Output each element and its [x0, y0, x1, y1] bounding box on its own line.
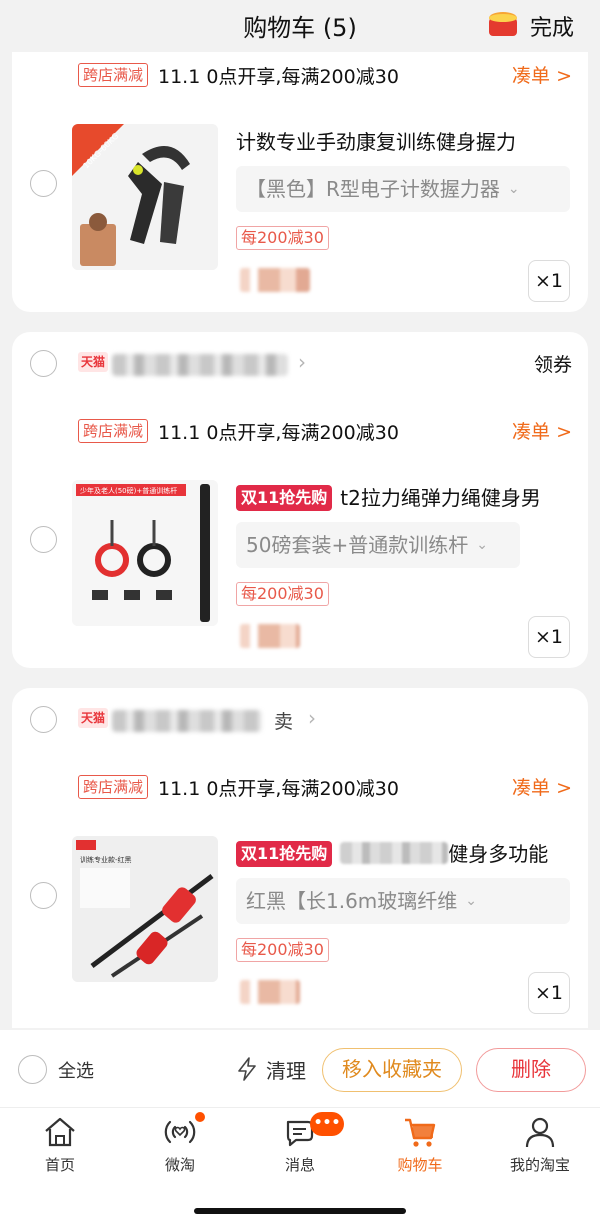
- shop-name-blurred: [112, 710, 262, 732]
- chevron-right-icon: ›: [298, 350, 306, 374]
- promo-tag: 跨店满减: [78, 419, 149, 443]
- cart-icon: [405, 1118, 436, 1147]
- chevron-down-icon: ⌄: [507, 181, 520, 197]
- promo-row: 跨店满减 11.1 0点开享,每满200减30 凑单 >: [78, 416, 572, 446]
- product-title[interactable]: 计数专业手劲康复训练健身握力: [236, 126, 516, 155]
- shop-name-tail: 卖: [274, 711, 294, 733]
- tab-home[interactable]: 首页: [0, 1108, 120, 1188]
- message-badge: •••: [310, 1112, 344, 1136]
- tmall-badge: 天猫: [78, 352, 108, 372]
- tab-messages[interactable]: ••• 消息: [240, 1108, 360, 1188]
- tab-weitao[interactable]: 微淘: [120, 1108, 240, 1188]
- training-bar-image: 训练专业款-红黑: [72, 836, 218, 982]
- price-blurred: [240, 980, 300, 1004]
- add-items-link[interactable]: 凑单 >: [512, 773, 572, 800]
- tmall-badge: 天猫: [78, 708, 108, 728]
- shop-card: 天猫 › 领券 跨店满减 11.1 0点开享,每满200减30 凑单 > 少年及…: [12, 332, 588, 668]
- tab-label: 消息: [284, 1156, 315, 1174]
- resistance-band-image: 少年及老人(50磅)+普通训练杆: [72, 480, 218, 626]
- delete-button[interactable]: 删除: [476, 1048, 586, 1092]
- item-checkbox[interactable]: [30, 882, 57, 909]
- product-image[interactable]: 10KG-60KG: [72, 124, 218, 270]
- discount-badge: 每200减30: [236, 226, 329, 250]
- quantity-stepper[interactable]: ×1: [528, 972, 570, 1014]
- select-all-label[interactable]: 全选: [58, 1057, 94, 1083]
- price-blurred: [240, 268, 310, 292]
- tab-cart[interactable]: 购物车: [360, 1108, 480, 1188]
- sku-selector[interactable]: 红黑【长1.6m玻璃纤维 ⌄: [236, 878, 570, 924]
- cart-action-bar: 全选 清理 移入收藏夹 删除: [0, 1030, 600, 1108]
- promo-row: 跨店满减 11.1 0点开享,每满200减30 凑单 >: [78, 772, 572, 802]
- product-title[interactable]: 双11抢先购 t2拉力绳弹力绳健身男: [236, 482, 541, 511]
- item-checkbox[interactable]: [30, 526, 57, 553]
- promo-row: 跨店满减 11.1 0点开享,每满200减30 凑单 >: [78, 60, 572, 90]
- product-title-text: 健身多功能: [448, 842, 549, 866]
- chevron-down-icon: ⌄: [465, 893, 478, 909]
- move-to-favorites-button[interactable]: 移入收藏夹: [322, 1048, 462, 1092]
- promo-tag: 跨店满减: [78, 63, 149, 87]
- tab-label: 我的淘宝: [509, 1156, 570, 1174]
- tab-my-taobao[interactable]: 我的淘宝: [480, 1108, 600, 1188]
- done-button[interactable]: 完成: [530, 10, 574, 42]
- sku-selector[interactable]: 50磅套装+普通款训练杆 ⌄: [236, 522, 520, 568]
- hand-gripper-image: 10KG-60KG: [72, 124, 218, 270]
- discount-badge: 每200减30: [236, 582, 329, 606]
- add-items-link[interactable]: 凑单 >: [512, 61, 572, 88]
- double11-flag: 双11抢先购: [236, 485, 333, 511]
- chevron-right-icon: ›: [308, 706, 316, 730]
- item-checkbox[interactable]: [30, 170, 57, 197]
- select-all-checkbox[interactable]: [18, 1055, 47, 1084]
- header: 购物车 (5) 完成: [0, 0, 600, 52]
- shop-name-blurred: [112, 354, 288, 376]
- live-icon: [164, 1120, 196, 1144]
- promo-tag: 跨店满减: [78, 775, 149, 799]
- home-icon: [45, 1117, 75, 1147]
- promo-text: 11.1 0点开享,每满200减30: [158, 778, 399, 800]
- product-image[interactable]: 少年及老人(50磅)+普通训练杆: [72, 480, 218, 626]
- discount-badge: 每200减30: [236, 938, 329, 962]
- shop-header[interactable]: 天猫 卖 ›: [12, 700, 588, 740]
- quantity-stepper[interactable]: ×1: [528, 260, 570, 302]
- profile-icon: [525, 1117, 555, 1148]
- tab-label: 微淘: [164, 1156, 195, 1174]
- lightning-icon[interactable]: [236, 1057, 258, 1081]
- product-title[interactable]: 双11抢先购 健身多功能: [236, 838, 548, 867]
- title-blurred: [340, 842, 449, 864]
- promo-text: 11.1 0点开享,每满200减30: [158, 422, 399, 444]
- double11-flag: 双11抢先购: [236, 841, 333, 867]
- thumb-label: 训练专业款-红黑: [80, 855, 132, 864]
- shop-card: 天猫 卖 › 跨店满减 11.1 0点开享,每满200减30 凑单 > 训练专业…: [12, 688, 588, 1028]
- sku-text: 红黑【长1.6m玻璃纤维: [246, 889, 458, 913]
- quantity-stepper[interactable]: ×1: [528, 616, 570, 658]
- shop-checkbox[interactable]: [30, 706, 57, 733]
- coupon-button[interactable]: 领券: [534, 350, 572, 377]
- sku-text: 【黑色】R型电子计数握力器: [246, 177, 500, 201]
- chevron-down-icon: ⌄: [476, 537, 488, 553]
- product-image[interactable]: 训练专业款-红黑: [72, 836, 218, 982]
- shop-card: 跨店满减 11.1 0点开享,每满200减30 凑单 > 10KG-60KG 计…: [12, 30, 588, 312]
- home-indicator[interactable]: [194, 1208, 406, 1214]
- price-blurred: [240, 624, 300, 648]
- sku-text: 50磅套装+普通款训练杆: [246, 533, 469, 557]
- shop-header[interactable]: 天猫 › 领券: [12, 344, 588, 384]
- red-envelope-icon[interactable]: [486, 8, 520, 42]
- notification-dot: [195, 1112, 205, 1122]
- shop-checkbox[interactable]: [30, 350, 57, 377]
- tab-label: 购物车: [397, 1156, 443, 1174]
- add-items-link[interactable]: 凑单 >: [512, 417, 572, 444]
- promo-text: 11.1 0点开享,每满200减30: [158, 66, 399, 88]
- tab-label: 首页: [44, 1156, 75, 1174]
- clean-button[interactable]: 清理: [266, 1055, 306, 1084]
- thumb-label: 少年及老人(50磅)+普通训练杆: [80, 486, 177, 495]
- sku-selector[interactable]: 【黑色】R型电子计数握力器 ⌄: [236, 166, 570, 212]
- product-title-text: t2拉力绳弹力绳健身男: [340, 486, 541, 510]
